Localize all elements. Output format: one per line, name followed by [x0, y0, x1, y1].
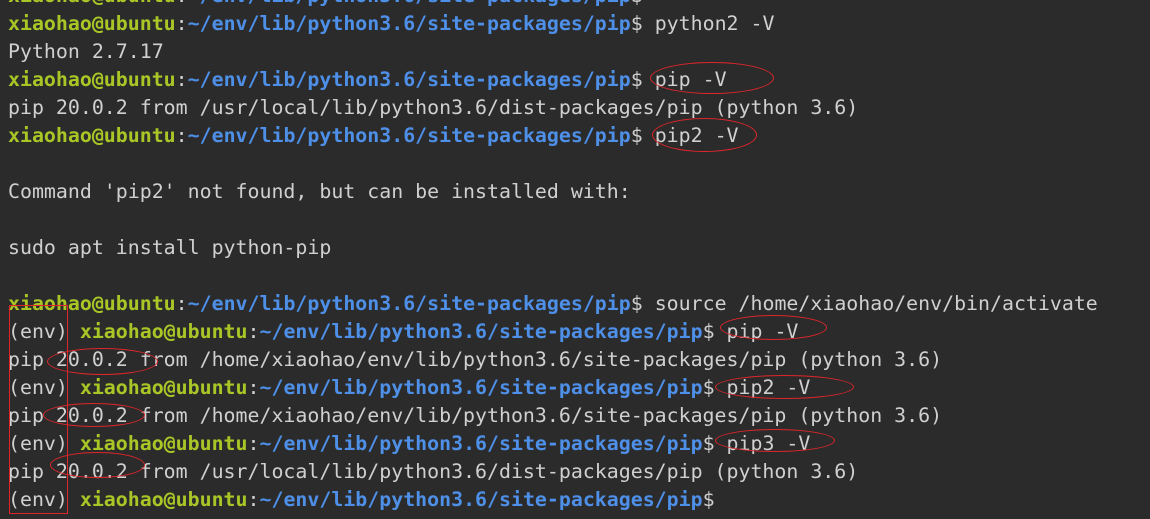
command-text: python2 -V [654, 12, 775, 35]
prompt-path: ~/env/lib/python3.6/site-packages/pip [187, 12, 631, 35]
prompt-colon: : [247, 488, 260, 511]
terminal-output[interactable]: xiaohao@ubuntu:~/env/lib/python3.6/site-… [8, 0, 1098, 514]
prompt-colon: : [247, 376, 260, 399]
command-text: pip -V [726, 320, 799, 343]
prompt-user: xiaohao@ubuntu [79, 376, 248, 399]
prompt-line: xiaohao@ubuntu:~/env/lib/python3.6/site-… [8, 10, 1098, 38]
prompt-user: xiaohao@ubuntu [8, 124, 176, 147]
env-prefix: (env) [8, 488, 80, 511]
prompt-dollar: $ [702, 320, 727, 343]
output-line: sudo apt install python-pip [8, 236, 332, 259]
prompt-path: ~/env/lib/python3.6/site-packages/pip [259, 432, 703, 455]
prompt-line: (env) xiaohao@ubuntu:~/env/lib/python3.6… [8, 486, 1098, 514]
prompt-line: (env) xiaohao@ubuntu:~/env/lib/python3.6… [8, 430, 1098, 458]
prompt-line: xiaohao@ubuntu:~/env/lib/python3.6/site-… [8, 122, 1098, 150]
prompt-path: ~/env/lib/python3.6/site-packages/pip [187, 292, 631, 315]
command-text: source /home/xiaohao/env/bin/activate [654, 292, 1098, 315]
prompt-user: xiaohao@ubuntu [79, 488, 248, 511]
prompt-user: xiaohao@ubuntu [8, 12, 176, 35]
env-prefix: (env) [8, 376, 80, 399]
prompt-line: xiaohao@ubuntu:~/env/lib/python3.6/site-… [8, 290, 1098, 318]
prompt-colon: : [175, 12, 188, 35]
command-text: pip -V [654, 68, 727, 91]
output-line: pip 20.0.2 from /usr/local/lib/python3.6… [8, 460, 859, 483]
command-text: pip2 -V [726, 376, 811, 399]
prompt-line: xiaohao@ubuntu:~/env/lib/python3.6/site-… [8, 0, 1098, 10]
prompt-path: ~/env/lib/python3.6/site-packages/pip [259, 376, 703, 399]
output-line: Python 2.7.17 [8, 40, 164, 63]
env-prefix: (env) [8, 432, 80, 455]
output-line: Command 'pip2' not found, but can be ins… [8, 180, 631, 203]
env-prefix: (env) [8, 320, 80, 343]
prompt-dollar: $ [630, 124, 655, 147]
command-text: pip3 -V [726, 432, 811, 455]
output-line: pip 20.0.2 from /home/xiaohao/env/lib/py… [8, 348, 943, 371]
prompt-line: (env) xiaohao@ubuntu:~/env/lib/python3.6… [8, 318, 1098, 346]
prompt-path: ~/env/lib/python3.6/site-packages/pip [188, 0, 631, 7]
prompt-dollar: $ [630, 12, 655, 35]
prompt-colon: : [247, 432, 260, 455]
prompt-colon: : [247, 320, 260, 343]
command-text: pip2 -V [654, 124, 739, 147]
prompt-path: ~/env/lib/python3.6/site-packages/pip [259, 320, 703, 343]
prompt-dollar: $ [702, 376, 727, 399]
prompt-colon: : [176, 0, 188, 7]
prompt-dollar: $ [631, 0, 655, 7]
prompt-dollar: $ [702, 488, 727, 511]
prompt-user: xiaohao@ubuntu [8, 68, 176, 91]
prompt-line: xiaohao@ubuntu:~/env/lib/python3.6/site-… [8, 66, 1098, 94]
prompt-colon: : [175, 292, 188, 315]
prompt-user: xiaohao@ubuntu [79, 320, 248, 343]
prompt-path: ~/env/lib/python3.6/site-packages/pip [187, 68, 631, 91]
prompt-dollar: $ [630, 68, 655, 91]
prompt-path: ~/env/lib/python3.6/site-packages/pip [259, 488, 703, 511]
output-line: pip 20.0.2 from /home/xiaohao/env/lib/py… [8, 404, 943, 427]
prompt-user: xiaohao@ubuntu [8, 0, 176, 7]
prompt-line: (env) xiaohao@ubuntu:~/env/lib/python3.6… [8, 374, 1098, 402]
prompt-user: xiaohao@ubuntu [79, 432, 248, 455]
output-line: pip 20.0.2 from /usr/local/lib/python3.6… [8, 96, 859, 119]
prompt-path: ~/env/lib/python3.6/site-packages/pip [187, 124, 631, 147]
prompt-dollar: $ [630, 292, 655, 315]
prompt-dollar: $ [702, 432, 727, 455]
prompt-colon: : [175, 68, 188, 91]
prompt-colon: : [175, 124, 188, 147]
prompt-user: xiaohao@ubuntu [8, 292, 176, 315]
